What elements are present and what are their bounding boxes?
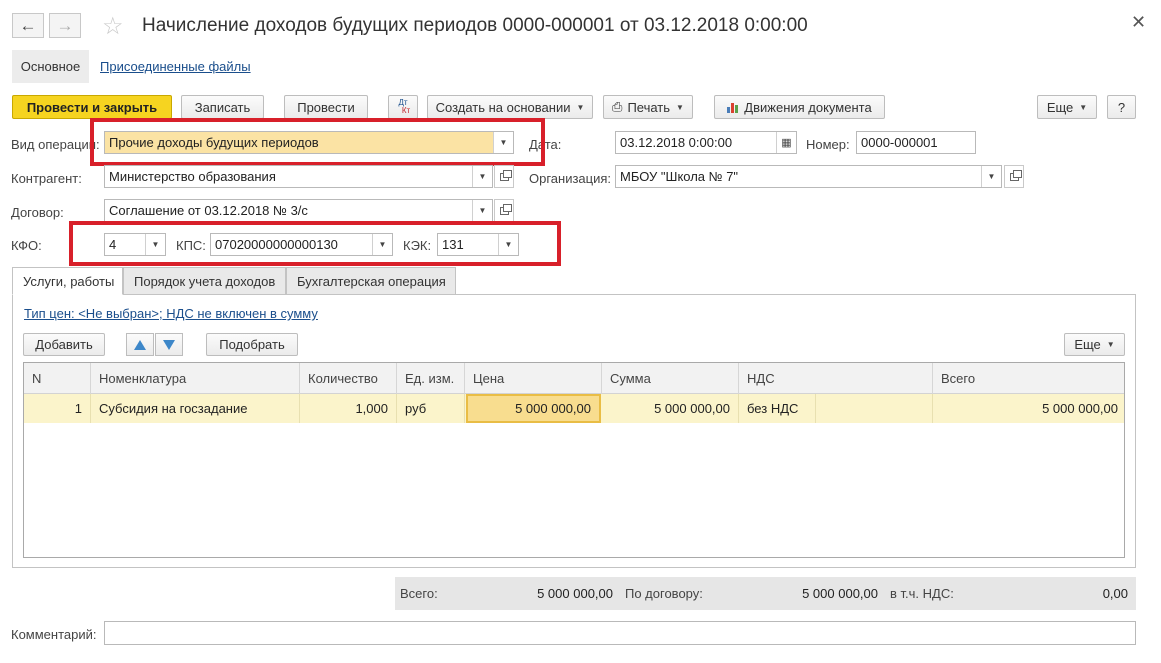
save-button[interactable]: Записать — [181, 95, 264, 119]
counterparty-value: Министерство образования — [109, 169, 276, 184]
organization-value: МБОУ "Школа № 7" — [620, 169, 739, 184]
contract-field[interactable]: Соглашение от 03.12.2018 № 3/с ▼ — [104, 199, 493, 222]
organization-field[interactable]: МБОУ "Школа № 7" ▼ — [615, 165, 1002, 188]
counterparty-field[interactable]: Министерство образования ▼ — [104, 165, 493, 188]
move-down-button[interactable] — [155, 333, 183, 356]
back-button[interactable]: ← — [12, 13, 44, 38]
column-header-total[interactable]: Всего — [933, 363, 1126, 394]
vat-total-label: в т.ч. НДС: — [890, 586, 954, 601]
contract-total-label: По договору: — [625, 586, 703, 601]
bar-chart-icon — [727, 101, 739, 113]
organization-label: Организация: — [529, 171, 612, 186]
price-type-link[interactable]: Тип цен: <Не выбран>; НДС не включен в с… — [24, 306, 318, 321]
number-field[interactable]: 0000-000001 — [856, 131, 976, 154]
cell-sum[interactable]: 5 000 000,00 — [602, 394, 739, 423]
post-and-close-button[interactable]: Провести и закрыть — [12, 95, 172, 119]
column-header-qty[interactable]: Количество — [300, 363, 397, 394]
window-title: Начисление доходов будущих периодов 0000… — [142, 15, 808, 36]
column-header-item[interactable]: Номенклатура — [91, 363, 300, 394]
counterparty-label: Контрагент: — [11, 171, 82, 186]
chevron-down-icon[interactable]: ▼ — [472, 200, 492, 221]
help-button[interactable]: ? — [1107, 95, 1136, 119]
cell-vat[interactable]: без НДС — [739, 394, 816, 423]
tab-services[interactable]: Услуги, работы — [12, 267, 123, 295]
more-button[interactable]: Еще ▼ — [1037, 95, 1097, 119]
chevron-down-icon: ▼ — [1079, 102, 1088, 112]
total-label: Всего: — [400, 586, 438, 601]
open-counterparty-button[interactable] — [494, 165, 514, 188]
arrow-right-icon: → — [56, 15, 74, 35]
contract-total-value: 5 000 000,00 — [802, 586, 878, 601]
open-window-icon — [499, 203, 512, 215]
table-more-label: Еще — [1074, 337, 1101, 352]
post-button[interactable]: Провести — [284, 95, 368, 119]
create-based-button[interactable]: Создать на основании ▼ — [427, 95, 593, 119]
comment-field[interactable] — [104, 621, 1136, 645]
open-window-icon — [1009, 169, 1022, 181]
cell-unit[interactable]: руб — [397, 394, 465, 423]
number-label: Номер: — [806, 137, 850, 152]
services-table[interactable]: N Номенклатура Количество Ед. изм. Цена … — [23, 362, 1125, 558]
table-more-button[interactable]: Еще ▼ — [1064, 333, 1125, 356]
chevron-down-icon: ▼ — [1106, 340, 1115, 349]
add-row-button[interactable]: Добавить — [23, 333, 105, 356]
column-header-sum[interactable]: Сумма — [602, 363, 739, 394]
date-field[interactable]: 03.12.2018 0:00:00 ▦ — [615, 131, 797, 154]
pick-button[interactable]: Подобрать — [206, 333, 298, 356]
move-up-button[interactable] — [126, 333, 154, 356]
movements-button[interactable]: Движения документа — [714, 95, 885, 119]
table-header: N Номенклатура Количество Ед. изм. Цена … — [24, 363, 1124, 394]
calendar-icon[interactable]: ▦ — [776, 132, 796, 153]
forward-button[interactable]: → — [49, 13, 81, 38]
chevron-down-icon: ▼ — [576, 102, 585, 112]
tab-accounting-operation[interactable]: Бухгалтерская операция — [286, 267, 456, 295]
cell-item[interactable]: Субсидия на госзадание — [91, 394, 300, 423]
arrow-down-icon — [163, 339, 175, 350]
print-label: Печать — [627, 99, 671, 115]
column-header-n[interactable]: N — [24, 363, 91, 394]
cell-n: 1 — [24, 394, 91, 423]
operation-label: Вид операции: — [11, 137, 100, 152]
print-button[interactable]: ⎙ Печать ▼ — [603, 95, 693, 119]
table-row[interactable]: 1 Субсидия на госзадание 1,000 руб 5 000… — [24, 394, 1124, 423]
arrow-up-icon — [134, 339, 146, 350]
chevron-down-icon[interactable]: ▼ — [472, 166, 492, 187]
highlight-frame-codes — [69, 221, 561, 266]
section-main[interactable]: Основное — [12, 50, 89, 83]
chevron-down-icon[interactable]: ▼ — [981, 166, 1001, 187]
contract-label: Договор: — [11, 205, 64, 220]
chevron-down-icon: ▼ — [676, 102, 684, 112]
cell-qty[interactable]: 1,000 — [300, 394, 397, 423]
create-based-label: Создать на основании — [435, 99, 571, 115]
column-header-vat[interactable]: НДС — [739, 363, 933, 394]
arrow-left-icon: ← — [19, 15, 37, 35]
kt-label: Кт — [401, 106, 411, 115]
date-value: 03.12.2018 0:00:00 — [620, 135, 733, 150]
dt-kt-button[interactable]: Дт Кт — [388, 95, 418, 119]
tab-income-accounting[interactable]: Порядок учета доходов — [123, 267, 286, 295]
total-value: 5 000 000,00 — [537, 586, 613, 601]
more-label: Еще — [1046, 99, 1074, 115]
cell-vat-amount[interactable] — [816, 394, 933, 423]
movements-label: Движения документа — [744, 99, 872, 115]
column-header-unit[interactable]: Ед. изм. — [397, 363, 465, 394]
close-icon[interactable]: ✕ — [1131, 12, 1146, 33]
comment-label: Комментарий: — [11, 627, 97, 642]
open-contract-button[interactable] — [494, 199, 514, 222]
open-organization-button[interactable] — [1004, 165, 1024, 188]
vat-total-value: 0,00 — [1102, 586, 1128, 601]
open-window-icon — [499, 169, 512, 181]
kfo-label: КФО: — [11, 238, 42, 253]
highlight-frame-operation — [90, 118, 545, 166]
cell-total[interactable]: 5 000 000,00 — [933, 394, 1126, 423]
attachments-link[interactable]: Присоединенные файлы — [100, 59, 251, 74]
star-icon[interactable]: ☆ — [102, 12, 124, 41]
column-header-price[interactable]: Цена — [465, 363, 602, 394]
cell-price[interactable]: 5 000 000,00 — [466, 394, 601, 423]
contract-value: Соглашение от 03.12.2018 № 3/с — [109, 203, 308, 218]
totals-bar: Всего: 5 000 000,00 По договору: 5 000 0… — [395, 577, 1136, 610]
printer-icon: ⎙ — [612, 99, 623, 114]
